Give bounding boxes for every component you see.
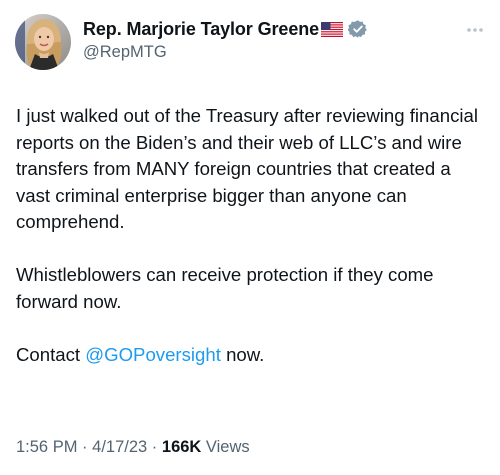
more-options-icon	[467, 28, 483, 32]
tweet-header: Rep. Marjorie Taylor Greene @RepMTG	[83, 18, 463, 62]
contact-suffix: now.	[220, 343, 265, 365]
display-name[interactable]: Rep. Marjorie Taylor Greene	[83, 19, 319, 40]
profile-photo	[15, 14, 71, 70]
meta-separator: ·	[151, 438, 158, 456]
verified-badge-icon[interactable]	[347, 19, 368, 39]
tweet-paragraph: Whistleblowers can receive protection if…	[16, 264, 434, 312]
tweet-time[interactable]: 1:56 PM	[16, 438, 77, 456]
views-count[interactable]: 166K	[162, 438, 201, 456]
user-handle[interactable]: @RepMTG	[83, 43, 463, 62]
name-row: Rep. Marjorie Taylor Greene	[83, 18, 463, 40]
mention-link[interactable]: @GOPoversight	[85, 344, 221, 365]
more-options-button[interactable]	[460, 22, 490, 38]
tweet-metadata: 1:56 PM · 4/17/23 · 166K Views	[16, 438, 250, 457]
tweet-text: I just walked out of the Treasury after …	[16, 103, 486, 368]
avatar[interactable]	[15, 14, 71, 70]
tweet-date[interactable]: 4/17/23	[92, 438, 147, 456]
contact-prefix: Contact	[16, 343, 86, 365]
tweet-paragraph: Contact @GOPoversight now.	[16, 342, 486, 369]
tweet-paragraph: I just walked out of the Treasury after …	[16, 105, 478, 232]
views-label: Views	[201, 438, 250, 456]
tweet-card: Rep. Marjorie Taylor Greene @RepMTG I ju…	[0, 0, 500, 475]
meta-separator: ·	[82, 438, 88, 456]
us-flag-icon	[321, 21, 344, 37]
